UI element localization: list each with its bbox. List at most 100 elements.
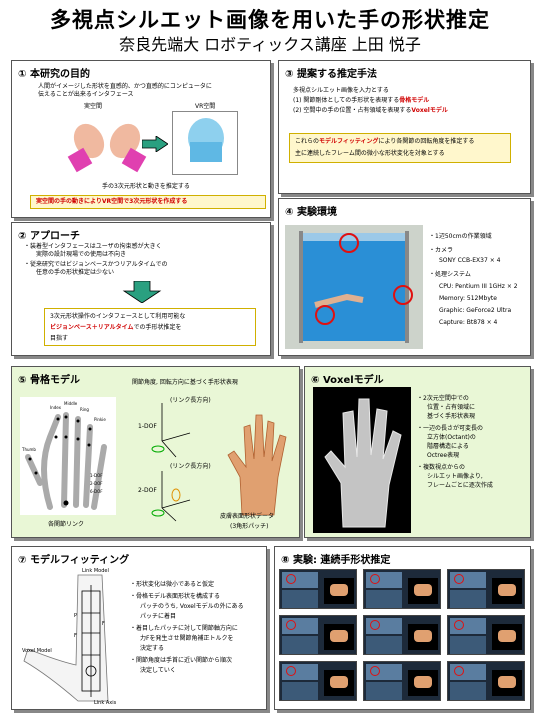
panel-experiment: ⑧ 実験: 連続手形状推定 (274, 546, 531, 710)
approach-goal-1: 3次元形状操作のインタフェースとして利用可能な (50, 313, 186, 320)
method-summary-2: 主に連続したフレーム間の微小な形状変化を対象とする (295, 150, 445, 157)
finger-label-middle: Middle (64, 401, 78, 406)
label-real-space: 実空間 (84, 103, 103, 110)
page-subtitle: 奈良先端大 ロボティックス講座 上田 悦子 (119, 35, 421, 54)
fitting-bullet-1: 形状変化は微小であると仮定 (130, 581, 214, 589)
label-vr-space: VR空間 (195, 103, 216, 110)
method-line-2: (1) 関節剛体としての手形状を表現する骨格モデル (293, 97, 430, 104)
fitting-bullet-2a: 骨格モデル表面形状を構成する (130, 593, 220, 601)
fitting-heading: ⑦ モデルフィッティング (18, 555, 130, 566)
arrow-right-icon (142, 136, 168, 152)
finger-label-thumb: Thumb (21, 447, 36, 452)
result-frame (279, 615, 357, 655)
method-heading: ③ 提案する推定手法 (285, 69, 377, 80)
result-frame (363, 615, 441, 655)
experiment-heading: ⑧ 実験: 連続手形状推定 (281, 555, 391, 566)
panel-model-fitting: ⑦ モデルフィッティング P F F Link Model Voxel Mode… (11, 546, 267, 710)
method-line-1: 多視点シルエット画像を入力とする (293, 87, 389, 94)
env-item-0: 1辺50cmの作業領域 (429, 233, 492, 241)
voxel-heading: ⑥ Voxelモデル (311, 375, 384, 386)
approach-bullet-1a: 装着型インタフェースはユーザの拘束感が大きく (24, 243, 162, 251)
label-link-model: Link Model (82, 568, 109, 574)
fitting-bullet-4b: 決定していく (140, 667, 176, 674)
result-frame (447, 569, 525, 609)
arrow-down-icon (122, 281, 162, 303)
label-link-dir-1: (リンク長方向) (170, 397, 211, 404)
fitting-bullet-2c: パッチに着目 (140, 613, 177, 620)
skeleton-caption-left: 各関節リンク (48, 521, 85, 528)
env-item-2: SONY CCB-EX37 × 4 (439, 257, 501, 264)
voxel-bullet-3b: シルエット画像より, (427, 473, 483, 480)
voxel-bullet-2c: 階層構造による (427, 443, 469, 450)
env-item-6: Graphic: GeForce2 Ultra (439, 307, 512, 314)
purpose-line-1: 人間がイメージした形状を直感的、かつ直感的にコンピュータに (38, 83, 212, 90)
approach-bullet-1b: 実際の設計現場での使用は不向き (36, 251, 127, 258)
legend-1dof: 1-DOF (90, 473, 103, 478)
voxel-bullet-2b: 立方体(Octant)の (427, 434, 476, 441)
fitting-bullet-3a: 着目したパッチに対して関節軸方向に (130, 625, 238, 633)
label-voxel-model: Voxel Model (22, 648, 52, 654)
finger-label-index: Index (50, 405, 62, 410)
frame-grid (279, 569, 527, 707)
purpose-heading: ① 本研究の目的 (18, 69, 90, 80)
joint-link-diagram: Index Middle Ring Pinkie Thumb 1-DOF 2-D… (20, 397, 116, 515)
skeleton-caption-right-1: 皮膚表面形状データ (220, 513, 275, 520)
voxel-hand-image (313, 387, 411, 533)
purpose-caption: 手の3次元形状と動きを推定する (102, 183, 190, 190)
env-item-3: 処理システム (429, 271, 471, 279)
label-1dof: 1-DOF (138, 423, 157, 430)
fitting-bullet-4a: 関節角度は手首に近い関節から順次 (130, 657, 232, 665)
voxel-bullet-2a: 一辺の長さが可変長の (417, 425, 483, 433)
fitting-bullet-3c: 決定する (140, 645, 165, 652)
result-frame (363, 569, 441, 609)
panel-voxel-model: ⑥ Voxelモデル 2次元空間中での 位置・占有領域に 基づく手形状表現 一辺… (304, 366, 531, 538)
voxel-bullet-1c: 基づく手形状表現 (427, 413, 476, 420)
label-link-dir-2: (リンク長方向) (170, 463, 211, 470)
label-2dof: 2-DOF (138, 487, 157, 494)
legend-2dof: 2-DOF (90, 481, 103, 486)
dof-axes-diagram (151, 403, 191, 522)
result-frame (447, 615, 525, 655)
voxel-bullet-3a: 複数視点からの (417, 464, 465, 472)
purpose-highlight: 実空間の手の動きによりVR空間で3次元形状を作成する (36, 198, 188, 205)
label-link-axis: Link Axis (94, 700, 117, 706)
approach-bullet-2a: 従来研究ではビジョンベースかつリアルタイムでの (24, 261, 168, 269)
experiment-photo (285, 225, 423, 349)
voxel-bullet-2d: Octree表現 (427, 452, 460, 459)
fitting-bullet-2b: パッチのうち, Voxelモデルの外にある (140, 603, 244, 610)
environment-heading: ④ 実験環境 (285, 207, 337, 218)
env-item-1: カメラ (429, 247, 453, 255)
voxel-bullet-1b: 位置・占有領域に (427, 404, 476, 411)
voxel-bullet-1a: 2次元空間中での (417, 395, 469, 403)
skeleton-caption-right-2: (3角形パッチ) (230, 523, 269, 530)
result-frame (447, 661, 525, 701)
method-line-3: (2) 空間中の手の位置・占有領域を表現するVoxelモデル (293, 107, 448, 114)
approach-goal-3: 目指す (50, 335, 69, 342)
purpose-line-2: 伝えることが出来るインタフェース (38, 91, 134, 98)
result-frame (279, 569, 357, 609)
approach-goal-2: ビジョンベース＋リアルタイムでの手形状推定を (50, 324, 182, 331)
env-item-4: CPU: Pentium III 1GHz × 2 (439, 283, 518, 290)
panel-environment: ④ 実験環境 1辺50cmの作業領域 カメラ SONY CCB-EX37 × 4… (278, 198, 531, 356)
hand-surface-image (227, 414, 287, 516)
skeleton-subheading: 関節角度, 回転方向に基づく手形状表現 (132, 379, 238, 386)
fitting-diagram: P F F (23, 574, 109, 702)
vr-space-image (172, 111, 238, 175)
page-title: 多視点シルエット画像を用いた手の形状推定 (50, 8, 490, 32)
result-frame (363, 661, 441, 701)
approach-bullet-2b: 任意の手の形状推定は少ない (36, 269, 115, 276)
real-hands-image (67, 123, 147, 173)
label-f-1: F (74, 633, 77, 639)
panel-approach: ② アプローチ 装着型インタフェースはユーザの拘束感が大きく 実際の設計現場での… (11, 222, 271, 356)
finger-label-pinkie: Pinkie (94, 417, 106, 422)
panel-skeleton-model: ⑤ 骨格モデル 関節角度, 回転方向に基づく手形状表現 Index Middle… (11, 366, 300, 538)
approach-heading: ② アプローチ (18, 231, 80, 242)
skeleton-heading: ⑤ 骨格モデル (18, 375, 80, 386)
panel-method: ③ 提案する推定手法 多視点シルエット画像を入力とする (1) 関節剛体としての… (278, 60, 531, 194)
fitting-bullet-3b: 力Fを発生させ関節角補正トルクを (140, 635, 234, 642)
label-f-2: F (102, 621, 105, 627)
label-p-1: P (74, 613, 77, 619)
env-item-7: Capture: Bt878 × 4 (439, 319, 498, 326)
env-item-5: Memory: 512Mbyte (439, 295, 497, 302)
panel-purpose: ① 本研究の目的 人間がイメージした形状を直感的、かつ直感的にコンピュータに 伝… (11, 60, 271, 218)
